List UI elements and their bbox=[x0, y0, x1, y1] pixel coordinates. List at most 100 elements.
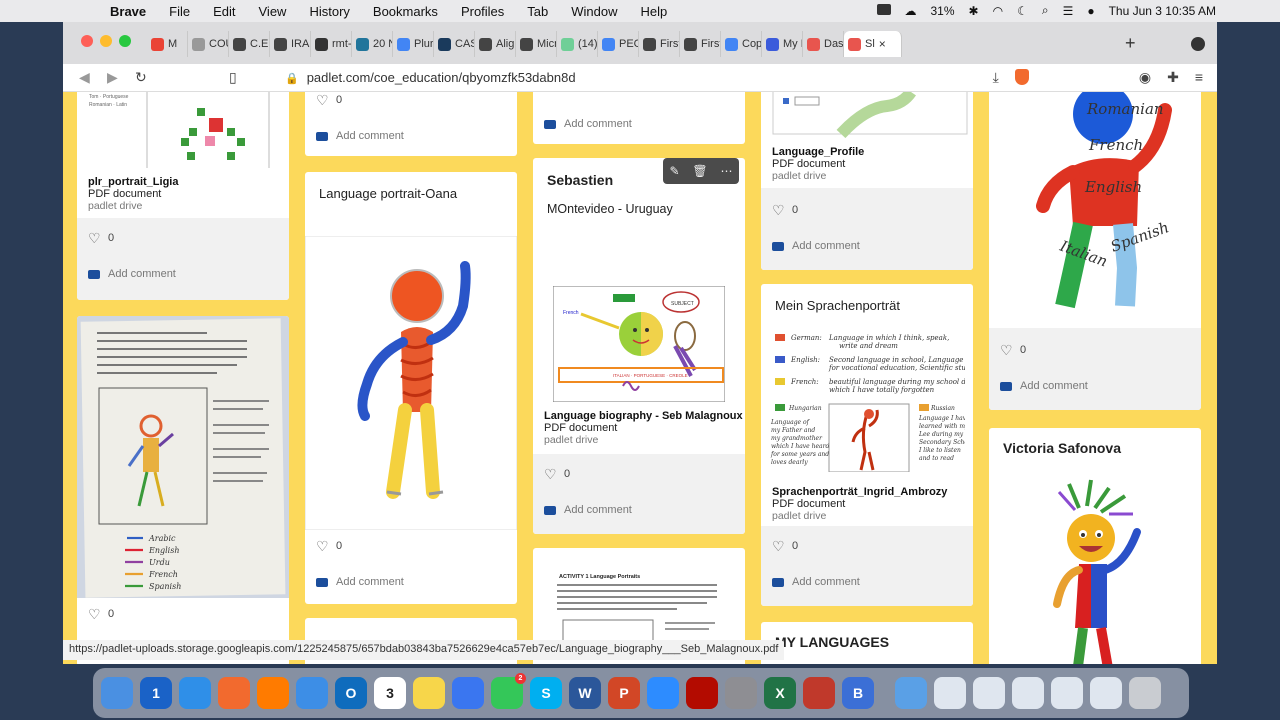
post-title[interactable]: MY LANGUAGES bbox=[775, 634, 889, 650]
extensions-icon[interactable]: ✚ bbox=[1167, 69, 1179, 88]
browser-tab[interactable]: PEG bbox=[598, 31, 639, 57]
post-language-profile[interactable]: Language_Profile PDF document padlet dri… bbox=[761, 92, 973, 270]
add-comment[interactable]: Add comment bbox=[88, 268, 176, 280]
menu-app-brave[interactable]: Brave bbox=[110, 4, 146, 19]
cloud-icon[interactable]: ☁ bbox=[905, 4, 917, 18]
like-button[interactable]: ♡ 0 bbox=[544, 467, 570, 481]
like-button[interactable]: ♡ 0 bbox=[772, 203, 798, 217]
address-bar[interactable]: 🔒 padlet.com/coe_education/qbyomzfk53dabn… bbox=[285, 70, 576, 85]
control-center-icon[interactable]: ☰ bbox=[1063, 4, 1074, 18]
post-my-languages[interactable]: MY LANGUAGES bbox=[761, 622, 973, 664]
browser-tab[interactable]: COUR bbox=[188, 31, 229, 57]
browser-tab[interactable]: Plurili bbox=[393, 31, 434, 57]
dock-skype-icon[interactable]: S bbox=[530, 677, 562, 709]
dock-safari-icon[interactable] bbox=[179, 677, 211, 709]
post-language-portrait-oana[interactable]: Language portrait-Oana ♡ 0 Add comment bbox=[305, 172, 517, 604]
add-comment[interactable]: Add comment bbox=[316, 130, 404, 142]
close-tab-icon[interactable]: × bbox=[879, 37, 886, 51]
forward-button[interactable]: ▶ bbox=[107, 69, 118, 86]
post-title[interactable]: Language portrait-Oana bbox=[319, 186, 457, 201]
dock-doc-stack-2-icon[interactable] bbox=[973, 677, 1005, 709]
post-title[interactable]: plr_portrait_Ligia bbox=[88, 176, 178, 188]
dock-doc-stack-5-icon[interactable] bbox=[1090, 677, 1122, 709]
browser-tab[interactable]: Micro bbox=[516, 31, 557, 57]
tab-search-icon[interactable] bbox=[1191, 37, 1205, 51]
post-top-col3[interactable]: Add comment bbox=[533, 92, 745, 144]
wifi-icon[interactable]: ◠ bbox=[993, 4, 1003, 18]
post-title[interactable]: Language_Profile bbox=[772, 146, 864, 158]
add-comment[interactable]: Add comment bbox=[1000, 380, 1088, 392]
bookmark-icon[interactable]: ▯ bbox=[229, 69, 237, 86]
dock-folder-icon[interactable] bbox=[895, 677, 927, 709]
dock-mail-icon[interactable] bbox=[296, 677, 328, 709]
add-comment[interactable]: Add comment bbox=[772, 240, 860, 252]
browser-tab[interactable]: Copy bbox=[721, 31, 762, 57]
spotlight-search-icon[interactable]: ⌕ bbox=[1042, 3, 1049, 18]
browser-tab[interactable]: C.E.2 bbox=[229, 31, 270, 57]
battery-percent[interactable]: 31% bbox=[931, 4, 955, 18]
dock-doc-stack-3-icon[interactable] bbox=[1012, 677, 1044, 709]
like-button[interactable]: ♡ 0 bbox=[772, 539, 798, 553]
lock-icon[interactable]: 🔒 bbox=[285, 73, 299, 85]
dock-brave-icon[interactable] bbox=[218, 677, 250, 709]
dock-word-icon[interactable]: W bbox=[569, 677, 601, 709]
post-sebastien[interactable]: Sebastien MOntevideo - Uruguay SUBJECT F… bbox=[533, 158, 745, 534]
menu-file[interactable]: File bbox=[169, 4, 190, 19]
menu-view[interactable]: View bbox=[259, 4, 287, 19]
add-comment[interactable]: Add comment bbox=[544, 504, 632, 516]
trash-icon[interactable]: 🗑 bbox=[692, 164, 707, 178]
browser-tab[interactable]: Dash bbox=[803, 31, 844, 57]
dock-bbedit-icon[interactable]: B bbox=[842, 677, 874, 709]
back-button[interactable]: ◀ bbox=[79, 69, 90, 86]
download-icon[interactable]: ⤓ bbox=[993, 69, 999, 88]
post-doc-title[interactable]: Sprachenporträt_Ingrid_Ambrozy bbox=[772, 486, 947, 498]
close-window-button[interactable] bbox=[81, 35, 93, 47]
menu-tab[interactable]: Tab bbox=[527, 4, 548, 19]
post-language-portrait-photo[interactable]: Arabic English Urdu French Spanish ♡ 0 bbox=[77, 316, 289, 664]
browser-tab[interactable]: Align bbox=[475, 31, 516, 57]
dock-excel-icon[interactable]: X bbox=[764, 677, 796, 709]
dock-finder-icon[interactable] bbox=[101, 677, 133, 709]
dock-system-preferences-icon[interactable] bbox=[725, 677, 757, 709]
dock-outlook-icon[interactable]: O bbox=[335, 677, 367, 709]
bbedit-status-icon[interactable] bbox=[876, 3, 891, 18]
do-not-disturb-icon[interactable]: ☾ bbox=[1017, 4, 1028, 18]
browser-tab[interactable]: M bbox=[147, 31, 188, 57]
brave-shields-icon[interactable] bbox=[1014, 69, 1029, 88]
post-victoria-safonova[interactable]: Victoria Safonova bbox=[989, 428, 1201, 664]
dock-doc-stack-4-icon[interactable] bbox=[1051, 677, 1083, 709]
post-mein-sprachenportraet[interactable]: Mein Sprachenporträt German: English: Fren… bbox=[761, 284, 973, 606]
menu-profiles[interactable]: Profiles bbox=[461, 4, 504, 19]
clock[interactable]: Thu Jun 3 10:35 AM bbox=[1109, 4, 1216, 18]
menu-window[interactable]: Window bbox=[571, 4, 617, 19]
like-button[interactable]: ♡ 0 bbox=[88, 231, 114, 245]
post-title[interactable]: Victoria Safonova bbox=[1003, 440, 1121, 456]
new-tab-button[interactable]: + bbox=[1125, 33, 1136, 54]
dock-calendar-icon[interactable]: 3 bbox=[374, 677, 406, 709]
menu-help[interactable]: Help bbox=[641, 4, 668, 19]
post-title[interactable]: Mein Sprachenporträt bbox=[775, 298, 900, 313]
dock-photo-booth-icon[interactable] bbox=[803, 677, 835, 709]
browser-tab[interactable]: My F bbox=[762, 31, 803, 57]
dock-acrobat-icon[interactable] bbox=[686, 677, 718, 709]
bluetooth-icon[interactable]: ✱ bbox=[969, 4, 979, 18]
browser-tab[interactable]: (14) bbox=[557, 31, 598, 57]
add-comment[interactable]: Add comment bbox=[772, 576, 860, 588]
browser-tab[interactable]: First bbox=[639, 31, 680, 57]
dock-powerpoint-icon[interactable]: P bbox=[608, 677, 640, 709]
post-top-col2[interactable]: ♡ 0 Add comment bbox=[305, 92, 517, 156]
post-plr-portrait-ligia[interactable]: Tom · Portuguese Romanian · Latin plr_po… bbox=[77, 92, 289, 300]
menu-history[interactable]: History bbox=[309, 4, 349, 19]
browser-tab[interactable]: IRAL bbox=[270, 31, 311, 57]
dock-zoom-icon[interactable] bbox=[647, 677, 679, 709]
post-languages-drawing[interactable]: Romanian French English Italian Spanish … bbox=[989, 92, 1201, 410]
browser-tab[interactable]: Sl × bbox=[844, 31, 902, 57]
dock-messages-icon[interactable]: 2 bbox=[491, 673, 526, 709]
menu-bookmarks[interactable]: Bookmarks bbox=[373, 4, 438, 19]
add-comment[interactable]: Add comment bbox=[544, 118, 632, 130]
menu-icon[interactable]: ≡ bbox=[1195, 69, 1203, 88]
more-options-icon[interactable]: ⋯ bbox=[721, 164, 733, 178]
post-title[interactable]: Sebastien bbox=[547, 172, 613, 188]
post-doc-title[interactable]: Language biography - Seb Malagnoux bbox=[544, 410, 743, 422]
browser-tab[interactable]: CASI bbox=[434, 31, 475, 57]
